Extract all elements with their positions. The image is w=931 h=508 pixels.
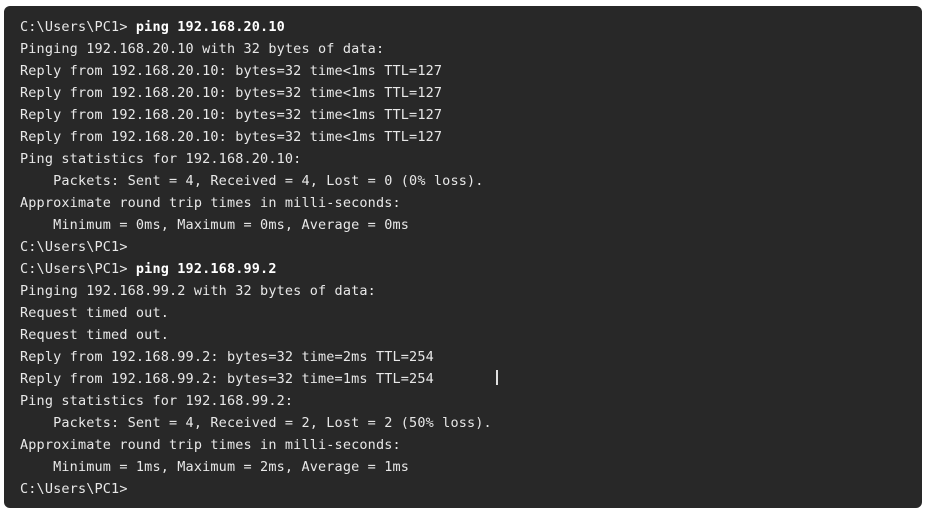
output-line: Ping statistics for 192.168.99.2: [20, 393, 294, 409]
command-text: ping 192.168.20.10 [135, 19, 285, 35]
output-line: Reply from 192.168.20.10: bytes=32 time<… [20, 107, 443, 123]
output-line: Packets: Sent = 4, Received = 4, Lost = … [20, 173, 484, 189]
output-line: Request timed out. [20, 327, 169, 343]
command-line: C:\Users\PC1> ping 192.168.20.10 [20, 16, 922, 38]
prompt-line: C:\Users\PC1> [20, 239, 128, 255]
output-line: Minimum = 1ms, Maximum = 2ms, Average = … [20, 459, 410, 475]
output-line: Request timed out. [20, 305, 169, 321]
output-line: Reply from 192.168.20.10: bytes=32 time<… [20, 129, 443, 145]
output-line: Packets: Sent = 4, Received = 2, Lost = … [20, 415, 492, 431]
output-line: Minimum = 0ms, Maximum = 0ms, Average = … [20, 217, 410, 233]
terminal-window[interactable]: C:\Users\PC1> ping 192.168.20.10 Pinging… [4, 6, 922, 508]
output-line: Approximate round trip times in milli-se… [20, 437, 401, 453]
output-line: Pinging 192.168.99.2 with 32 bytes of da… [20, 283, 376, 299]
output-line: Approximate round trip times in milli-se… [20, 195, 401, 211]
output-line: Reply from 192.168.99.2: bytes=32 time=1… [20, 371, 434, 387]
output-line: Reply from 192.168.20.10: bytes=32 time<… [20, 63, 443, 79]
text-cursor [496, 370, 498, 385]
output-line: Reply from 192.168.20.10: bytes=32 time<… [20, 85, 443, 101]
command-text: ping 192.168.99.2 [135, 261, 277, 277]
command-line: C:\Users\PC1> ping 192.168.99.2 [20, 258, 922, 280]
prompt: C:\Users\PC1> [20, 261, 136, 277]
prompt: C:\Users\PC1> [20, 19, 136, 35]
output-line: Reply from 192.168.99.2: bytes=32 time=2… [20, 349, 434, 365]
output-line: Pinging 192.168.20.10 with 32 bytes of d… [20, 41, 385, 57]
output-line: Ping statistics for 192.168.20.10: [20, 151, 302, 167]
prompt-line: C:\Users\PC1> [20, 481, 128, 497]
